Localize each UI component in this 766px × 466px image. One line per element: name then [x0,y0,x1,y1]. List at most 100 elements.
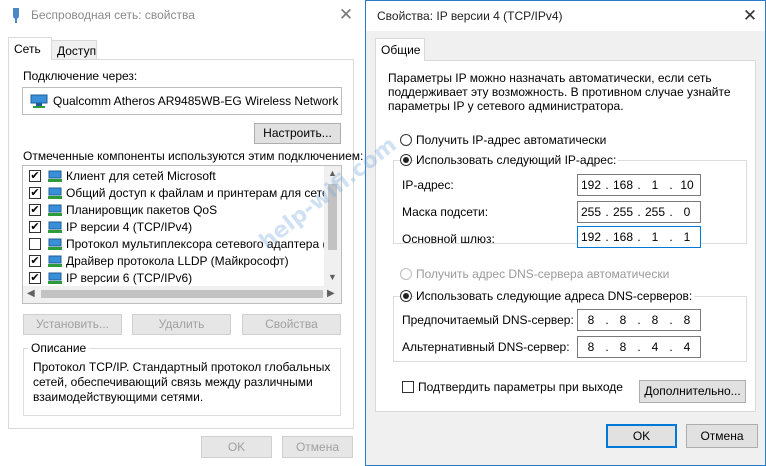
component-checkbox[interactable]: ✔ [29,255,41,267]
list-item[interactable]: ✔ Клиент для сетей Microsoft [23,168,323,185]
dns2-octet-3: 4 [651,340,659,354]
manual-dns-label: Использовать следующие адреса DNS-сервер… [414,289,695,303]
connect-via-label: Подключение через: [23,69,138,83]
list-item[interactable]: ✔ IP версии 6 (TCP/IPv6) [23,270,323,287]
component-icon [48,255,62,267]
ip-octet-2: 168 [612,178,634,192]
component-label: IP версии 6 (TCP/IPv6) [66,271,193,285]
tab-general[interactable]: Общие [375,38,425,61]
mask-octet-2: 255 [612,205,634,219]
scroll-h-thumb[interactable] [41,290,323,298]
component-checkbox[interactable] [29,238,41,250]
network-card-icon [30,94,48,108]
subnet-mask-input[interactable]: 255. 255. 255. 0 [577,201,701,223]
properties-button[interactable]: Свойства [242,314,341,335]
scroll-up-icon[interactable]: ▲ [328,168,337,178]
auto-ip-label: Получить IP-адрес автоматически [416,133,607,147]
list-item[interactable]: ✔ Общий доступ к файлам и принтерам для с… [23,185,341,202]
scroll-down-icon[interactable]: ▼ [328,272,337,282]
manual-dns-radio[interactable] [400,290,412,302]
auto-dns-radio[interactable] [400,268,412,280]
configure-button[interactable]: Настроить... [254,123,341,144]
gw-octet-2: 168 [612,230,634,244]
auto-ip-radio[interactable] [400,134,412,146]
ok-button[interactable]: OK [606,424,677,448]
title-bar: Свойства: IP версии 4 (TCP/IPv4) ✕ [366,1,765,31]
component-label: IP версии 4 (TCP/IPv4) [66,220,193,234]
adapter-field: Qualcomm Atheros AR9485WB-EG Wireless Ne… [22,87,342,115]
description-line-2: сетей, обеспечивающий связь между различ… [33,375,313,389]
left-cancel-button[interactable]: Отмена [282,436,353,458]
list-item[interactable]: ✔ Драйвер протокола LLDP (Майкрософт) [23,253,323,270]
list-item[interactable]: ✔ IP версии 4 (TCP/IPv4) [23,219,323,236]
list-item[interactable]: Протокол мультиплексора сетевого адаптер… [23,236,341,253]
component-label: Общий доступ к файлам и принтерам для се… [66,186,342,200]
alternate-dns-input[interactable]: 8. 8. 4. 4 [577,336,701,358]
ip-octet-4: 10 [680,178,694,192]
advanced-button[interactable]: Дополнительно... [639,380,746,403]
remove-button[interactable]: Удалить [132,314,231,335]
dns1-octet-2: 8 [619,313,627,327]
cancel-button[interactable]: Отмена [686,424,758,448]
mask-label: Маска подсети: [402,205,489,219]
component-icon [48,221,62,233]
component-checkbox[interactable]: ✔ [29,170,41,182]
ip-octet-3: 1 [651,178,659,192]
manual-ip-radio[interactable] [400,154,412,166]
validate-checkbox[interactable] [402,381,414,393]
component-icon [48,170,62,182]
adapter-name: Qualcomm Atheros AR9485WB-EG Wireless Ne… [53,94,342,108]
intro-line-2: поддерживает эту возможность. В противно… [388,85,731,99]
component-checkbox[interactable]: ✔ [29,204,41,216]
tab-network[interactable]: Сеть [8,37,52,60]
description-title: Описание [28,341,90,355]
ip-label: IP-адрес: [402,178,454,192]
dns1-octet-4: 8 [683,313,691,327]
component-icon [48,187,62,199]
adapter-properties-window: Беспроводная сеть: свойства ✕ Сеть Досту… [0,0,364,466]
validate-label: Подтвердить параметры при выходе [418,380,623,394]
ip-octet-1: 192 [580,178,602,192]
close-icon[interactable]: ✕ [333,3,359,27]
preferred-dns-input[interactable]: 8. 8. 8. 8 [577,309,701,331]
ip-address-input[interactable]: 192. 168. 1. 10 [577,174,701,196]
vertical-scrollbar[interactable]: ▲ ▼ [324,166,341,286]
component-label: Клиент для сетей Microsoft [66,169,216,183]
install-button[interactable]: Установить... [23,314,122,335]
dns1-octet-3: 8 [651,313,659,327]
left-ok-button[interactable]: OK [201,436,272,458]
mask-octet-4: 0 [683,205,691,219]
component-icon [48,204,62,216]
gateway-label: Основной шлюз: [402,232,495,246]
scroll-left-icon[interactable]: ◀ [27,288,35,299]
components-label: Отмеченные компоненты используются этим … [23,149,364,163]
dns2-octet-2: 8 [619,340,627,354]
components-list[interactable]: ✔ Клиент для сетей Microsoft ✔ Общий доступ… [22,165,342,304]
dns2-octet-4: 4 [683,340,691,354]
window-title: Свойства: IP версии 4 (TCP/IPv4) [377,9,563,23]
tab-sharing[interactable]: Доступ [51,40,97,60]
mask-octet-1: 255 [580,205,602,219]
preferred-dns-label: Предпочитаемый DNS-сервер: [402,313,574,327]
description-line-3: взаимодействующими сетями. [33,390,204,404]
list-item[interactable]: ✔ Планировщик пакетов QoS [23,202,323,219]
dns2-octet-1: 8 [587,340,595,354]
horizontal-scrollbar[interactable]: ◀ ▶ [23,286,341,303]
component-checkbox[interactable]: ✔ [29,221,41,233]
mask-octet-3: 255 [644,205,666,219]
component-icon [48,238,62,250]
tab-panel: Параметры IP можно назначать автоматичес… [375,60,756,412]
manual-ip-label: Использовать следующий IP-адрес: [414,153,619,167]
component-checkbox[interactable]: ✔ [29,272,41,284]
scroll-right-icon[interactable]: ▶ [327,288,335,299]
close-icon[interactable]: ✕ [737,4,763,28]
description-line-1: Протокол TCP/IP. Стандартный протокол гл… [33,360,331,374]
alternate-dns-label: Альтернативный DNS-сервер: [402,340,570,354]
gw-octet-3: 1 [651,230,659,244]
gateway-input[interactable]: 192. 168. 1. 1 [577,226,701,248]
component-label: Протокол мультиплексора сетевого адаптер… [66,237,342,251]
window-title: Беспроводная сеть: свойства [31,8,195,22]
scroll-thumb[interactable] [328,184,337,250]
component-checkbox[interactable]: ✔ [29,187,41,199]
title-bar: Беспроводная сеть: свойства ✕ [0,0,362,30]
